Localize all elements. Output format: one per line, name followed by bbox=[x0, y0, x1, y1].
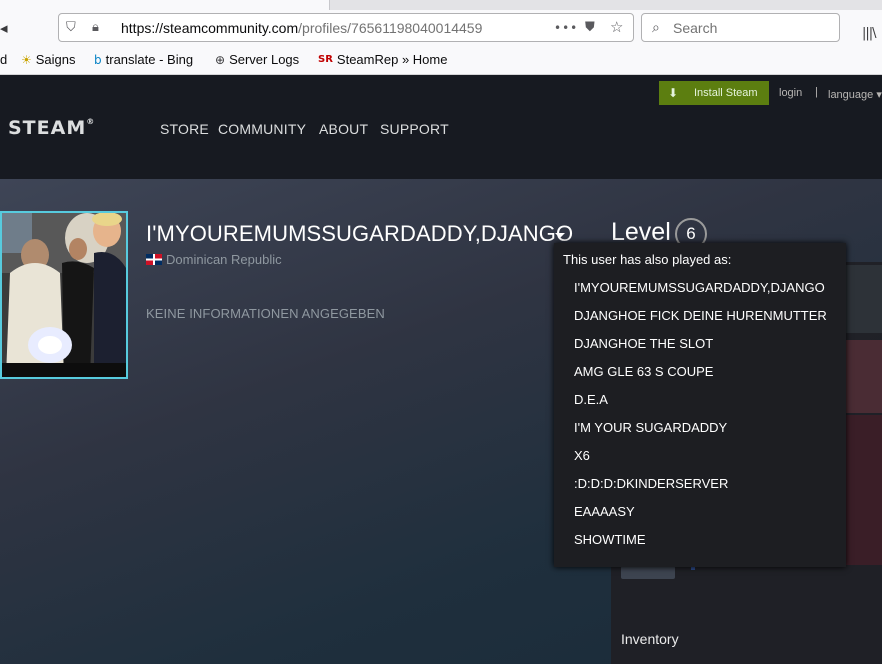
showcase-panel bbox=[846, 340, 882, 413]
download-icon: ⬇ bbox=[668, 86, 679, 100]
bookmark-label: Saigns bbox=[35, 52, 76, 67]
alias-item: DJANGHOE FICK DEINE HURENMUTTER bbox=[574, 308, 827, 323]
bookmark-item-server-logs[interactable]: ⊕ Server Logs bbox=[215, 52, 299, 68]
alias-item: EAAAASY bbox=[574, 504, 635, 519]
chevron-down-icon[interactable] bbox=[555, 233, 565, 238]
globe-icon: ⊕ bbox=[215, 53, 226, 67]
alias-item: D.E.A bbox=[574, 392, 608, 407]
alias-history-title: This user has also played as: bbox=[563, 252, 732, 267]
browser-search-box[interactable]: ⌕ Search bbox=[641, 13, 840, 42]
bookmark-item-saigns[interactable]: ☀ Saigns bbox=[21, 52, 76, 68]
alias-item: :D:D:D:DKINDERSERVER bbox=[574, 476, 729, 491]
bookmark-label: d bbox=[0, 52, 8, 67]
bookmark-label: translate - Bing bbox=[105, 52, 194, 67]
install-steam-label: Install Steam bbox=[694, 87, 758, 99]
sun-icon: ☀ bbox=[21, 53, 32, 67]
alias-item: X6 bbox=[574, 448, 590, 463]
browser-toolbar: ◂ ⛉ 🔒︎ https://steamcommunity.com/profil… bbox=[0, 10, 882, 46]
nav-store[interactable]: STORE bbox=[160, 121, 209, 137]
avatar[interactable] bbox=[0, 211, 128, 379]
search-icon: ⌕ bbox=[652, 20, 660, 36]
avatar-image bbox=[2, 213, 126, 377]
showcase-panel bbox=[846, 415, 882, 565]
steam-logo-text: STEAM bbox=[8, 117, 87, 139]
lock-icon[interactable]: 🔒︎ bbox=[92, 20, 99, 36]
library-icon[interactable]: |||\ bbox=[862, 26, 876, 41]
dominican-republic-flag-icon bbox=[146, 254, 162, 265]
bookmark-star-icon[interactable]: ☆ bbox=[610, 19, 623, 35]
inventory-link[interactable]: Inventory bbox=[621, 631, 679, 647]
alias-item: DJANGHOE THE SLOT bbox=[574, 336, 714, 351]
back-arrow-icon[interactable]: ◂ bbox=[0, 21, 14, 36]
profile-summary: KEINE INFORMATIONEN ANGEGEBEN bbox=[146, 306, 385, 321]
url-text[interactable]: https://steamcommunity.com/profiles/7656… bbox=[121, 20, 482, 36]
active-tab[interactable] bbox=[0, 0, 330, 10]
nav-community[interactable]: COMMUNITY bbox=[218, 121, 306, 137]
search-placeholder: Search bbox=[673, 20, 718, 36]
bookmark-item[interactable]: d bbox=[0, 52, 7, 68]
browser-tab-strip bbox=[0, 0, 882, 10]
bookmark-label: SteamRep » Home bbox=[336, 52, 448, 67]
alias-item: I'MYOUREMUMSSUGARDADDY,DJANGO bbox=[574, 280, 825, 295]
page-actions-icon[interactable]: ••• bbox=[554, 20, 578, 36]
registered-mark: ® bbox=[86, 117, 96, 126]
bookmark-label: Server Logs bbox=[229, 52, 300, 67]
nav-support[interactable]: SUPPORT bbox=[380, 121, 449, 137]
persona-name[interactable]: I'MYOUREMUMSSUGARDADDY,DJANGO bbox=[146, 221, 573, 247]
address-bar[interactable]: ⛉ 🔒︎ https://steamcommunity.com/profiles… bbox=[58, 13, 634, 42]
url-path: /profiles/76561198040014459 bbox=[298, 20, 483, 36]
url-host: https://steamcommunity.com bbox=[121, 20, 299, 36]
pocket-icon[interactable]: ⛊ bbox=[585, 20, 595, 36]
steam-header: STEAM® STORE COMMUNITY ABOUT SUPPORT ⬇ I… bbox=[0, 75, 882, 179]
bookmark-item-translate-bing[interactable]: b translate - Bing bbox=[94, 52, 193, 68]
alias-history-popup: This user has also played as: I'MYOUREMU… bbox=[554, 243, 846, 567]
install-steam-button[interactable]: ⬇ Install Steam bbox=[659, 81, 769, 105]
shield-icon[interactable]: ⛉ bbox=[66, 20, 76, 36]
steamrep-icon: SR bbox=[318, 54, 333, 65]
game-thumbnail[interactable] bbox=[621, 566, 675, 579]
alias-item: SHOWTIME bbox=[574, 532, 646, 547]
profile-country: Dominican Republic bbox=[166, 252, 282, 267]
alias-item: I'M YOUR SUGARDADDY bbox=[574, 420, 728, 435]
language-dropdown[interactable]: language ▾ bbox=[828, 88, 882, 101]
alias-item: AMG GLE 63 S COUPE bbox=[574, 364, 714, 379]
bookmarks-toolbar: d ☀ Saigns b translate - Bing ⊕ Server Logs… bbox=[0, 46, 882, 75]
bing-icon: b bbox=[94, 53, 102, 67]
divider: | bbox=[815, 86, 818, 98]
steam-logo[interactable]: STEAM® bbox=[8, 117, 95, 139]
language-label: language bbox=[828, 89, 874, 101]
nav-about[interactable]: ABOUT bbox=[319, 121, 368, 137]
bookmark-item-steamrep[interactable]: SR SteamRep » Home bbox=[318, 52, 447, 68]
chevron-down-icon: ▾ bbox=[876, 89, 882, 101]
login-link[interactable]: login bbox=[779, 87, 802, 99]
